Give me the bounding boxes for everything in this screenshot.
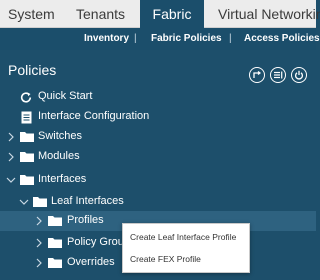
subnav-separator: |: [229, 33, 232, 44]
chevron-right-icon[interactable]: [35, 258, 43, 268]
chevron-right-icon[interactable]: [7, 132, 15, 142]
subnav-inventory[interactable]: Inventory: [84, 33, 129, 44]
tree-item-label: Overrides: [67, 256, 115, 268]
power-icon[interactable]: [291, 67, 307, 83]
top-navigation-bar: System Tenants Fabric Virtual Networking: [0, 0, 320, 28]
folder-icon: [48, 238, 62, 248]
folder-icon: [20, 152, 34, 162]
folder-icon: [20, 175, 34, 185]
chevron-down-icon[interactable]: [6, 176, 16, 184]
quickstart-icon: [20, 92, 32, 103]
subnav-access-policies[interactable]: Access Policies: [244, 33, 320, 44]
recycle-icon[interactable]: [249, 67, 265, 83]
tree-item-modules[interactable]: Modules: [0, 147, 316, 167]
tree-item-interfaces[interactable]: Interfaces: [0, 170, 316, 190]
folder-icon: [20, 132, 34, 142]
tree-item-interface-configuration[interactable]: Interface Configuration: [0, 107, 316, 127]
chevron-down-icon[interactable]: [19, 198, 29, 206]
tree-item-label: Quick Start: [38, 90, 93, 102]
tab-virtual-networking[interactable]: Virtual Networking: [218, 0, 320, 28]
menu-item-create-leaf-interface-profile[interactable]: Create Leaf Interface Profile: [130, 232, 236, 242]
folder-icon: [33, 197, 47, 207]
sub-navigation-bar: Inventory | Fabric Policies | Access Pol…: [0, 28, 320, 50]
tab-tenants[interactable]: Tenants: [76, 0, 125, 28]
list-icon[interactable]: [270, 67, 286, 83]
tree-item-quick-start[interactable]: Quick Start: [0, 87, 316, 107]
panel-title: Policies: [8, 62, 57, 78]
tree-item-label: Interface Configuration: [38, 110, 150, 122]
chevron-right-icon[interactable]: [7, 152, 15, 162]
tab-system[interactable]: System: [8, 0, 55, 28]
chevron-right-icon[interactable]: [35, 238, 43, 248]
tree-item-label: Switches: [38, 130, 83, 142]
tab-fabric[interactable]: Fabric: [140, 0, 204, 28]
menu-item-create-fex-profile[interactable]: Create FEX Profile: [130, 254, 201, 264]
folder-icon: [48, 216, 62, 226]
subnav-separator: |: [134, 33, 137, 44]
tree-item-label: Modules: [38, 150, 80, 162]
folder-icon: [48, 258, 62, 268]
tree-item-leaf-interfaces[interactable]: Leaf Interfaces: [0, 192, 316, 212]
tree-item-label: Profiles: [67, 214, 104, 226]
subnav-fabric-policies[interactable]: Fabric Policies: [151, 33, 222, 44]
document-icon: [21, 111, 32, 124]
context-menu: Create Leaf Interface Profile Create FEX…: [122, 223, 250, 273]
chevron-right-icon[interactable]: [35, 216, 43, 226]
tree-item-switches[interactable]: Switches: [0, 127, 316, 147]
tree-item-label: Interfaces: [38, 173, 87, 185]
tree-item-label: Leaf Interfaces: [51, 195, 124, 207]
